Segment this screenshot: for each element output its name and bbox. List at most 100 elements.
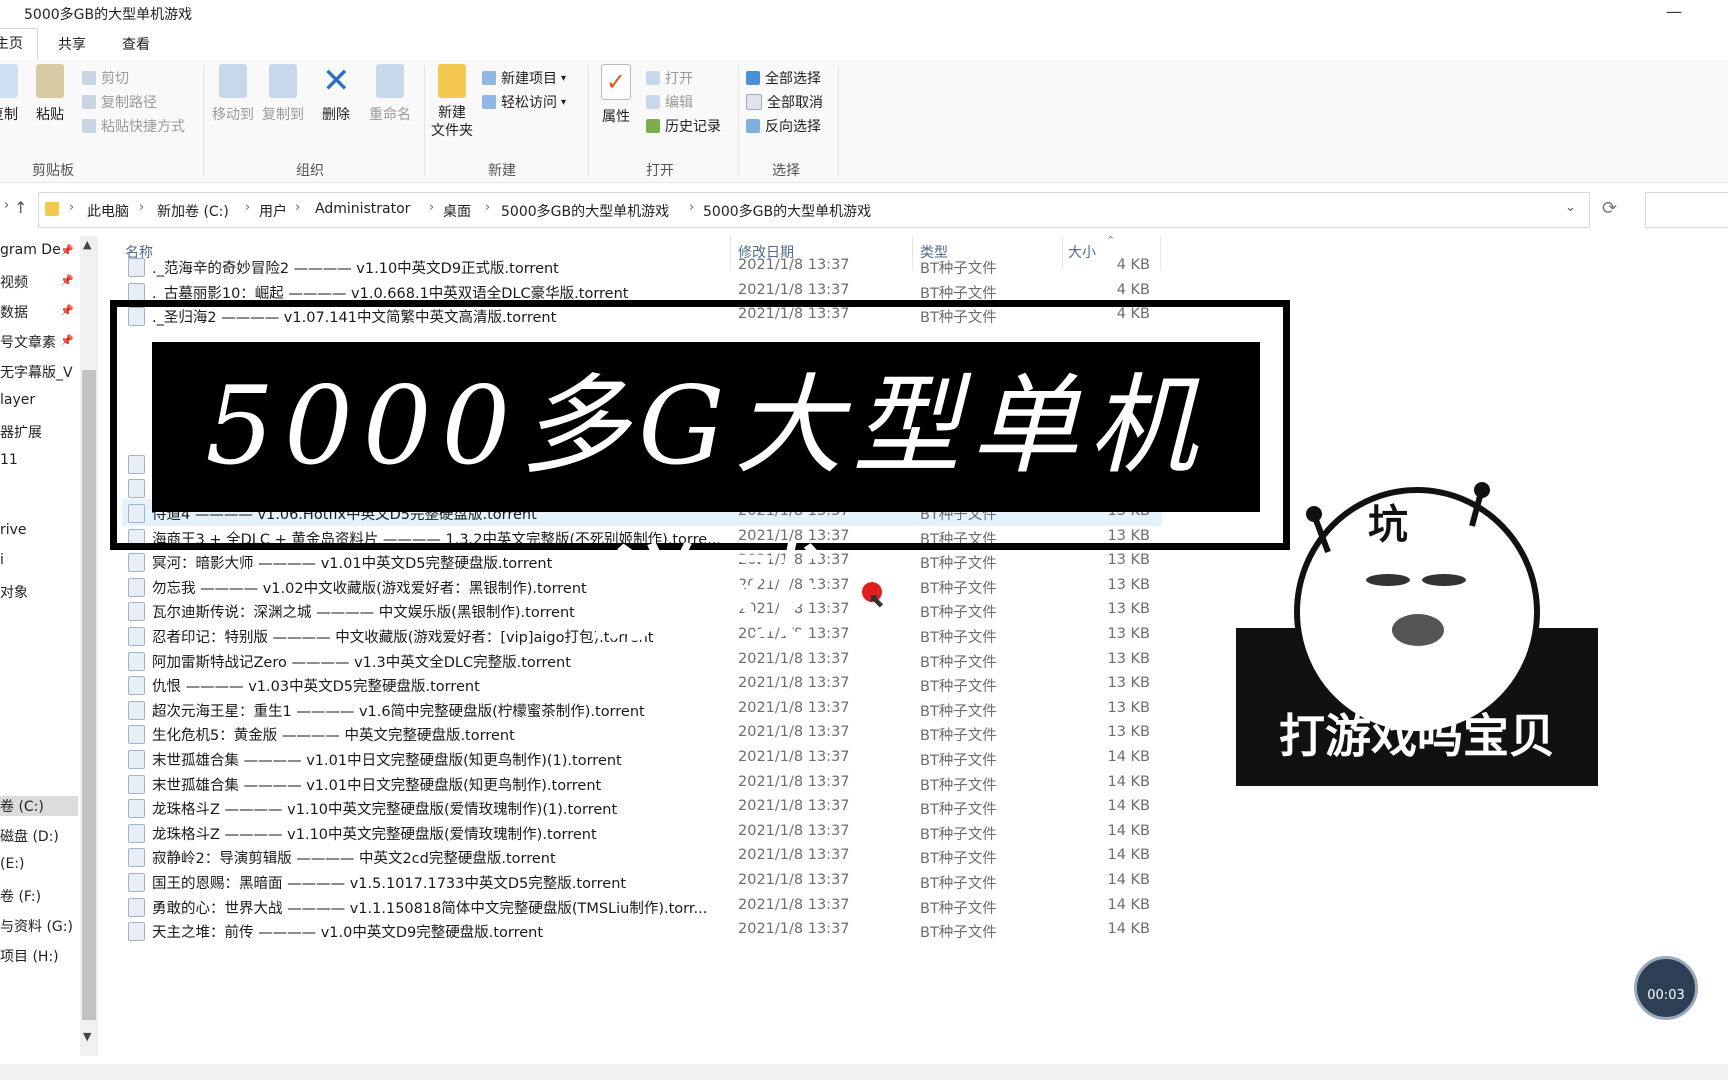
table-row[interactable]: 龙珠格斗Z ———— v1.10中英文完整硬盘版(爱情玫瑰制作).torrent… — [122, 819, 1162, 846]
breadcrumb-item[interactable]: 5000多GB的大型单机游戏 — [703, 201, 871, 221]
navigation-pane: gram De 📌 视频 📌 数据 📌 号文章素 📌 无字幕版_V layer … — [0, 236, 80, 1056]
meme-eye — [1366, 574, 1410, 586]
table-row[interactable]: 勇敢的心：世界大战 ———— v1.1.150818简体中文完整硬盘版(TMSL… — [122, 893, 1162, 920]
nav-item[interactable]: rive — [0, 522, 27, 538]
chevron-down-icon: ▾ — [561, 96, 567, 108]
nav-item[interactable]: i — [0, 552, 4, 568]
scroll-down-icon[interactable]: ▼ — [83, 1030, 91, 1043]
breadcrumb-item[interactable]: 新加卷 (C:) — [157, 201, 229, 221]
nav-item-drive-g[interactable]: 与资料 (G:) — [0, 916, 73, 936]
easy-access-icon — [482, 95, 496, 109]
up-arrow-icon[interactable]: ↑ — [14, 198, 27, 217]
nav-item[interactable]: 器扩展 — [0, 422, 42, 442]
nav-item[interactable]: 数据 — [0, 302, 28, 322]
chevron-down-icon[interactable]: ⌄ — [1565, 200, 1576, 215]
file-size: 14 KB — [1107, 921, 1150, 938]
address-bar[interactable]: › 此电脑 › 新加卷 (C:) › 用户 › Administrator › … — [38, 192, 1590, 228]
file-size: 13 KB — [1107, 601, 1150, 618]
new-item-icon — [482, 71, 496, 85]
nav-item[interactable]: 无字幕版_V — [0, 362, 73, 382]
nav-item-drive-f[interactable]: 卷 (F:) — [0, 886, 41, 906]
file-size: 14 KB — [1107, 822, 1150, 839]
pin-icon[interactable]: 📌 — [60, 274, 74, 287]
breadcrumb-item[interactable]: 5000多GB的大型单机游戏 — [501, 201, 669, 221]
pin-icon[interactable]: 📌 — [60, 244, 74, 257]
new-folder-button[interactable]: 新建 文件夹 — [428, 64, 476, 140]
history-button[interactable]: 历史记录 — [646, 116, 721, 136]
paste-button[interactable]: 粘贴 — [32, 64, 68, 124]
table-row[interactable]: 末世孤雄合集 ———— v1.01中日文完整硬盘版(知更鸟制作).torrent… — [122, 770, 1162, 797]
file-size: 13 KB — [1107, 626, 1150, 642]
nav-item[interactable]: layer — [0, 392, 35, 408]
table-row[interactable]: 生化危机5：黄金版 ———— 中英文完整硬盘版.torrent 2021/1/8 … — [122, 720, 1162, 747]
refresh-icon[interactable]: ⟳ — [1602, 198, 1617, 219]
nav-item[interactable]: 11 — [0, 452, 18, 468]
tab-share[interactable]: 共享 — [54, 34, 90, 54]
table-row[interactable]: 国王的恩赐：黑暗面 ———— v1.5.1017.1733中英文D5完整版.to… — [122, 868, 1162, 895]
nav-item[interactable]: 号文章素 — [0, 332, 56, 352]
group-divider — [738, 66, 739, 176]
nav-item[interactable]: 视频 — [0, 272, 28, 292]
cut-button[interactable]: 剪切 — [82, 68, 129, 88]
file-type: BT种子文件 — [920, 703, 997, 720]
torrent-file-icon — [128, 282, 145, 302]
scroll-up-icon[interactable]: ▲ — [83, 238, 91, 251]
copy-button[interactable]: 复制 — [0, 64, 22, 124]
copy-path-button[interactable]: 复制路径 — [82, 92, 157, 112]
table-row[interactable]: 龙珠格斗Z ———— v1.10中英文完整硬盘版(爱情玫瑰制作)(1).torr… — [122, 794, 1162, 821]
table-row[interactable]: 末世孤雄合集 ———— v1.01中日文完整硬盘版(知更鸟制作)(1).torr… — [122, 745, 1162, 772]
paste-shortcut-button[interactable]: 粘贴快捷方式 — [82, 116, 185, 136]
nav-item-drive-e[interactable]: (E:) — [0, 856, 25, 872]
table-row[interactable]: 天主之堆：前传 ———— v1.0中英文D9完整硬盘版.torrent 2021/… — [122, 917, 1162, 944]
file-type: BT种子文件 — [920, 654, 997, 671]
pin-icon[interactable]: 📌 — [60, 304, 74, 317]
pin-icon[interactable]: 📌 — [60, 334, 74, 347]
group-divider — [838, 66, 839, 176]
select-none-button[interactable]: 全部取消 — [746, 92, 823, 112]
table-row[interactable]: 寂静岭2：导演剪辑版 ———— 中英文2cd完整硬盘版.torrent 2021/… — [122, 843, 1162, 870]
copy-to-button[interactable]: 复制到 — [260, 64, 306, 124]
properties-button[interactable]: ✓ 属性 — [594, 64, 638, 126]
nav-item-drive-c[interactable]: 卷 (C:) — [0, 796, 78, 816]
breadcrumb-separator: › — [245, 200, 251, 215]
nav-item[interactable]: gram De — [0, 242, 61, 258]
nav-item[interactable]: 对象 — [0, 582, 28, 602]
torrent-file-icon — [128, 873, 145, 892]
move-to-button[interactable]: 移动到 — [210, 64, 256, 124]
easy-access-button[interactable]: 轻松访问 ▾ — [482, 92, 566, 112]
search-input[interactable] — [1645, 192, 1728, 228]
delete-button[interactable]: ✕ 删除 — [318, 64, 354, 124]
nav-item-drive-h[interactable]: 项目 (H:) — [0, 946, 59, 966]
back-chevron-icon[interactable]: › — [4, 198, 9, 213]
file-size: 13 KB — [1107, 724, 1150, 741]
breadcrumb-item[interactable]: 此电脑 — [87, 201, 129, 221]
file-date: 2021/1/8 13:37 — [738, 921, 850, 938]
history-icon — [646, 119, 660, 133]
invert-selection-button[interactable]: 反向选择 — [746, 116, 821, 136]
select-all-button[interactable]: 全部选择 — [746, 68, 821, 88]
invert-selection-icon — [746, 119, 760, 133]
table-row[interactable]: 超次元海王星：重生1 ———— v1.6简中完整硬盘版(柠檬蜜茶制作).torr… — [122, 696, 1162, 723]
breadcrumb-item[interactable]: 用户 — [259, 201, 287, 221]
edit-button[interactable]: 编辑 — [646, 92, 693, 112]
nav-scrollbar-thumb[interactable] — [82, 370, 96, 1020]
torrent-file-icon — [128, 553, 145, 573]
group-label-open: 打开 — [646, 163, 674, 179]
shortcut-icon — [82, 119, 96, 133]
open-button[interactable]: 打开 — [646, 68, 693, 88]
file-size: 13 KB — [1107, 576, 1150, 593]
table-row[interactable]: ._范海辛的奇妙冒险2 ———— v1.10中英文D9正式版.torrent 20… — [122, 253, 1162, 280]
tab-view[interactable]: 查看 — [118, 34, 154, 54]
torrent-file-icon — [128, 823, 145, 843]
rename-button[interactable]: 重命名 — [366, 64, 414, 124]
torrent-file-icon — [128, 602, 145, 622]
minimize-button[interactable]: — — [1666, 2, 1682, 21]
torrent-file-icon — [128, 258, 145, 277]
breadcrumb-item[interactable]: 桌面 — [443, 201, 471, 221]
file-type: BT种子文件 — [920, 261, 997, 277]
tab-home[interactable]: 主页 — [0, 28, 38, 60]
breadcrumb-item[interactable]: Administrator — [315, 201, 410, 217]
nav-item-drive-d[interactable]: 磁盘 (D:) — [0, 826, 59, 846]
file-type: BT种子文件 — [920, 777, 997, 794]
new-item-button[interactable]: 新建项目 ▾ — [482, 68, 566, 88]
